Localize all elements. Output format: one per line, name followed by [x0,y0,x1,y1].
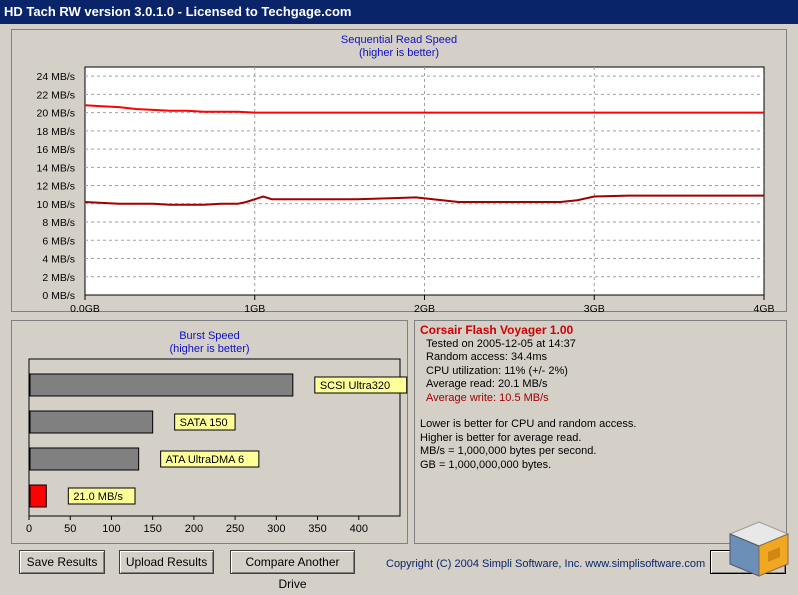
x-tick-label: 350 [308,523,326,535]
note-line: Lower is better for CPU and random acces… [420,418,637,430]
x-tick-label: 2GB [414,303,435,315]
window-title: HD Tach RW version 3.0.1.0 - Licensed to… [0,0,798,24]
bar-label: ATA UltraDMA 6 [166,454,244,466]
note-line: Higher is better for average read. [420,431,582,444]
sequential-read-panel: Sequential Read Speed (higher is better)… [11,29,787,315]
x-tick-label: 300 [267,523,285,535]
x-tick-label: 250 [226,523,244,535]
x-tick-label: 0 [26,523,32,535]
x-tick-label: 0.0GB [70,303,100,315]
cpu-utilization: CPU utilization: 11% (+/- 2%) [426,364,568,377]
reference-bar [29,373,294,397]
average-read: Average read: 20.1 MB/s [426,378,548,390]
y-tick-label: 4 MB/s [42,254,75,266]
compare-drive-button[interactable]: Compare Another Drive [230,550,355,591]
bar-label: SATA 150 [180,417,228,429]
x-tick-label: 3GB [584,303,605,315]
save-results-button[interactable]: Save Results [19,550,105,574]
upload-results-button[interactable]: Upload Results [119,550,214,574]
x-tick-label: 4GB [753,303,774,315]
y-tick-label: 22 MB/s [36,89,75,101]
y-tick-label: 24 MB/s [36,71,75,83]
tested-on: Tested on 2005-12-05 at 14:37 [426,337,576,350]
reference-bar [29,447,140,471]
x-tick-label: 50 [64,523,76,535]
x-tick-label: 150 [143,523,161,535]
y-tick-label: 18 MB/s [36,126,75,138]
y-tick-label: 8 MB/s [42,217,75,229]
note-line: MB/s = 1,000,000 bytes per second. [420,445,597,457]
y-tick-label: 10 MB/s [36,199,75,211]
y-tick-label: 2 MB/s [42,272,75,284]
x-tick-label: 100 [102,523,120,535]
y-tick-label: 12 MB/s [36,181,75,193]
random-access: Random access: 34.4ms [426,351,548,363]
burst-speed-panel: Burst Speed (higher is better) 0 50 100 150… [11,320,408,544]
bar-label: SCSI Ultra320 [320,380,390,392]
y-tick-label: 0 MB/s [42,290,75,302]
x-tick-label: 200 [185,523,203,535]
burst-speed-chart: 0 50 100 150 200 250 300 350 400 SCSI Ultra320 SAT… [26,358,408,535]
drive-name: Corsair Flash Voyager 1.00 [420,323,574,337]
average-write: Average write: 10.5 MB/s [426,391,549,404]
x-tick-label: 400 [350,523,368,535]
copyright-text: Copyright (C) 2004 Simpli Software, Inc.… [386,558,706,570]
bar-label: 21.0 MB/s [73,491,123,503]
reference-bar [29,410,154,434]
x-tick-label: 1GB [244,303,265,315]
sequential-read-chart: 0 MB/s 2 MB/s 4 MB/s 6 MB/s 8 MB/s 10 MB/s 12 … [36,66,775,315]
results-info-panel: Corsair Flash Voyager 1.00 Tested on 200… [414,320,787,544]
note-line: GB = 1,000,000,000 bytes. [420,458,552,471]
cube-logo-icon [728,521,790,577]
y-tick-label: 16 MB/s [36,144,75,156]
current-drive-bar [29,484,47,508]
y-tick-label: 6 MB/s [42,235,75,247]
results-info: Corsair Flash Voyager 1.00 Tested on 200… [420,323,637,472]
y-tick-label: 14 MB/s [36,162,75,174]
y-tick-label: 20 MB/s [36,108,75,120]
